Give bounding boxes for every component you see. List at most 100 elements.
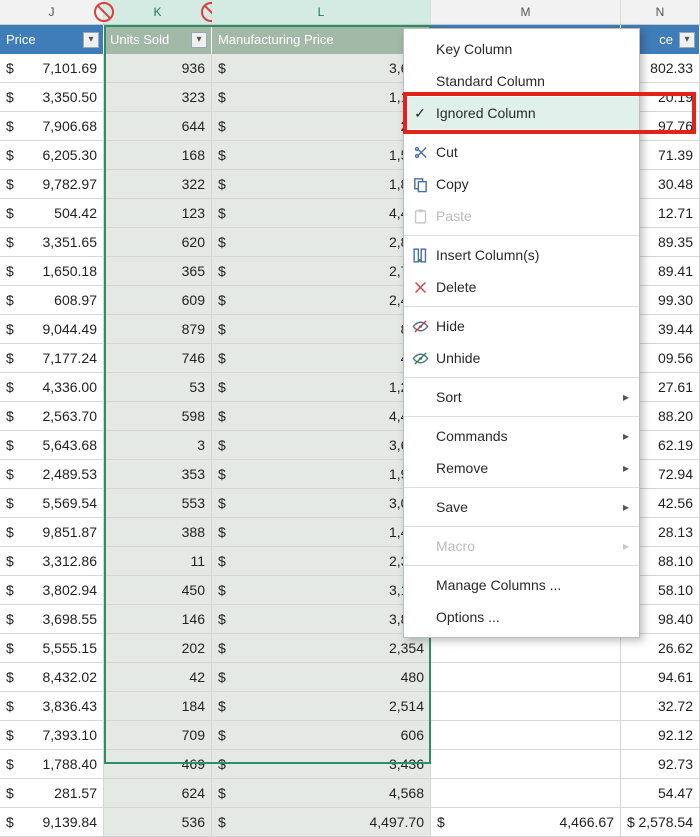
cell-manufacturing-price[interactable]: $1,448 bbox=[212, 518, 431, 547]
header-price[interactable]: Price ▾ bbox=[0, 25, 104, 54]
cell-units-sold[interactable]: 146 bbox=[104, 605, 212, 634]
cell-manufacturing-price[interactable]: $2,354 bbox=[212, 634, 431, 663]
cell-manufacturing-price[interactable]: $4,462 bbox=[212, 199, 431, 228]
cell-price[interactable]: $3,802.94 bbox=[0, 576, 104, 605]
menu-commands[interactable]: Commands ▸ bbox=[404, 420, 639, 452]
cell-manufacturing-price[interactable]: $1,265 bbox=[212, 373, 431, 402]
cell-manufacturing-price[interactable]: $2,761 bbox=[212, 257, 431, 286]
menu-insert-columns[interactable]: Insert Column(s) bbox=[404, 239, 639, 271]
menu-options[interactable]: Options ... bbox=[404, 601, 639, 633]
cell-price[interactable]: $3,350.50 bbox=[0, 83, 104, 112]
cell-units-sold[interactable]: 184 bbox=[104, 692, 212, 721]
cell-manufacturing-price[interactable]: $2,495 bbox=[212, 286, 431, 315]
cell-units-sold[interactable]: 936 bbox=[104, 54, 212, 83]
cell-units-sold[interactable]: 624 bbox=[104, 779, 212, 808]
cell-units-sold[interactable]: 202 bbox=[104, 634, 212, 663]
col-letter-l[interactable]: L bbox=[212, 0, 431, 24]
cell-units-sold[interactable]: 53 bbox=[104, 373, 212, 402]
menu-ignored-column[interactable]: ✓ Ignored Column bbox=[404, 97, 639, 129]
cell-manufacturing-price[interactable]: $2,366 bbox=[212, 547, 431, 576]
header-units-sold[interactable]: Units Sold ▾ bbox=[104, 25, 212, 54]
cell-price[interactable]: $2,563.70 bbox=[0, 402, 104, 431]
menu-unhide[interactable]: Unhide bbox=[404, 342, 639, 374]
cell-manufacturing-price[interactable]: $1,884 bbox=[212, 170, 431, 199]
cell-manufacturing-price[interactable]: $3,010 bbox=[212, 489, 431, 518]
cell-manufacturing-price[interactable]: $3,634 bbox=[212, 431, 431, 460]
cell-m[interactable] bbox=[431, 779, 621, 808]
cell-units-sold[interactable]: 388 bbox=[104, 518, 212, 547]
cell-manufacturing-price[interactable]: $824 bbox=[212, 315, 431, 344]
cell-m[interactable] bbox=[431, 634, 621, 663]
col-letter-n[interactable]: N bbox=[621, 0, 700, 24]
cell-units-sold[interactable]: 609 bbox=[104, 286, 212, 315]
menu-save[interactable]: Save ▸ bbox=[404, 491, 639, 523]
cell-units-sold[interactable]: 598 bbox=[104, 402, 212, 431]
cell-m[interactable]: $4,466.67 bbox=[431, 808, 621, 837]
col-letter-k[interactable]: K bbox=[104, 0, 212, 24]
menu-hide[interactable]: Hide bbox=[404, 310, 639, 342]
cell-units-sold[interactable]: 42 bbox=[104, 663, 212, 692]
cell-units-sold[interactable]: 323 bbox=[104, 83, 212, 112]
cell-units-sold[interactable]: 746 bbox=[104, 344, 212, 373]
cell-price[interactable]: $7,393.10 bbox=[0, 721, 104, 750]
cell-price[interactable]: $1,650.18 bbox=[0, 257, 104, 286]
cell-manufacturing-price[interactable]: $606 bbox=[212, 721, 431, 750]
cell-price[interactable]: $7,177.24 bbox=[0, 344, 104, 373]
cell-price[interactable]: $608.97 bbox=[0, 286, 104, 315]
cell-price[interactable]: $7,906.68 bbox=[0, 112, 104, 141]
cell-manufacturing-price[interactable]: $432 bbox=[212, 344, 431, 373]
cell-manufacturing-price[interactable]: $3,666 bbox=[212, 54, 431, 83]
cell-price[interactable]: $3,698.55 bbox=[0, 605, 104, 634]
cell-price[interactable]: $2,489.53 bbox=[0, 460, 104, 489]
cell-price[interactable]: $6,205.30 bbox=[0, 141, 104, 170]
cell-price[interactable]: $9,139.84 bbox=[0, 808, 104, 837]
cell-price[interactable]: $9,044.49 bbox=[0, 315, 104, 344]
cell-price[interactable]: $5,643.68 bbox=[0, 431, 104, 460]
cell-right-partial[interactable]: 32.72 bbox=[621, 692, 700, 721]
cell-units-sold[interactable]: 644 bbox=[104, 112, 212, 141]
cell-m[interactable] bbox=[431, 721, 621, 750]
cell-right-partial[interactable]: 54.47 bbox=[621, 779, 700, 808]
col-letter-m[interactable]: M bbox=[431, 0, 621, 24]
cell-manufacturing-price[interactable]: $480 bbox=[212, 663, 431, 692]
cell-units-sold[interactable]: 620 bbox=[104, 228, 212, 257]
cell-right-partial[interactable]: 94.61 bbox=[621, 663, 700, 692]
cell-manufacturing-price[interactable]: $3,101 bbox=[212, 576, 431, 605]
menu-key-column[interactable]: Key Column bbox=[404, 33, 639, 65]
menu-cut[interactable]: Cut bbox=[404, 136, 639, 168]
menu-delete[interactable]: Delete bbox=[404, 271, 639, 303]
cell-price[interactable]: $3,836.43 bbox=[0, 692, 104, 721]
cell-manufacturing-price[interactable]: $1,177 bbox=[212, 83, 431, 112]
cell-price[interactable]: $7,101.69 bbox=[0, 54, 104, 83]
cell-units-sold[interactable]: 168 bbox=[104, 141, 212, 170]
cell-price[interactable]: $5,555.15 bbox=[0, 634, 104, 663]
cell-price[interactable]: $9,782.97 bbox=[0, 170, 104, 199]
cell-units-sold[interactable]: 123 bbox=[104, 199, 212, 228]
cell-units-sold[interactable]: 879 bbox=[104, 315, 212, 344]
cell-price[interactable]: $5,569.54 bbox=[0, 489, 104, 518]
cell-units-sold[interactable]: 11 bbox=[104, 547, 212, 576]
cell-right-partial[interactable]: 92.12 bbox=[621, 721, 700, 750]
menu-standard-column[interactable]: Standard Column bbox=[404, 65, 639, 97]
cell-manufacturing-price[interactable]: $4,568 bbox=[212, 779, 431, 808]
cell-manufacturing-price[interactable]: $3,866 bbox=[212, 605, 431, 634]
cell-m[interactable] bbox=[431, 692, 621, 721]
filter-dropdown-icon[interactable]: ▾ bbox=[83, 32, 99, 48]
menu-copy[interactable]: Copy bbox=[404, 168, 639, 200]
menu-sort[interactable]: Sort ▸ bbox=[404, 381, 639, 413]
filter-dropdown-icon[interactable]: ▾ bbox=[191, 32, 207, 48]
menu-remove[interactable]: Remove ▸ bbox=[404, 452, 639, 484]
cell-price[interactable]: $504.42 bbox=[0, 199, 104, 228]
cell-units-sold[interactable]: 3 bbox=[104, 431, 212, 460]
header-manufacturing-price[interactable]: Manufacturing Price ▾ bbox=[212, 25, 431, 54]
cell-price[interactable]: $3,351.65 bbox=[0, 228, 104, 257]
cell-right-partial[interactable]: 26.62 bbox=[621, 634, 700, 663]
cell-manufacturing-price[interactable]: $4,479 bbox=[212, 402, 431, 431]
cell-manufacturing-price[interactable]: $1,514 bbox=[212, 141, 431, 170]
menu-manage-columns[interactable]: Manage Columns ... bbox=[404, 569, 639, 601]
cell-units-sold[interactable]: 553 bbox=[104, 489, 212, 518]
cell-price[interactable]: $9,851.87 bbox=[0, 518, 104, 547]
cell-units-sold[interactable]: 353 bbox=[104, 460, 212, 489]
cell-m[interactable] bbox=[431, 663, 621, 692]
cell-price[interactable]: $8,432.02 bbox=[0, 663, 104, 692]
